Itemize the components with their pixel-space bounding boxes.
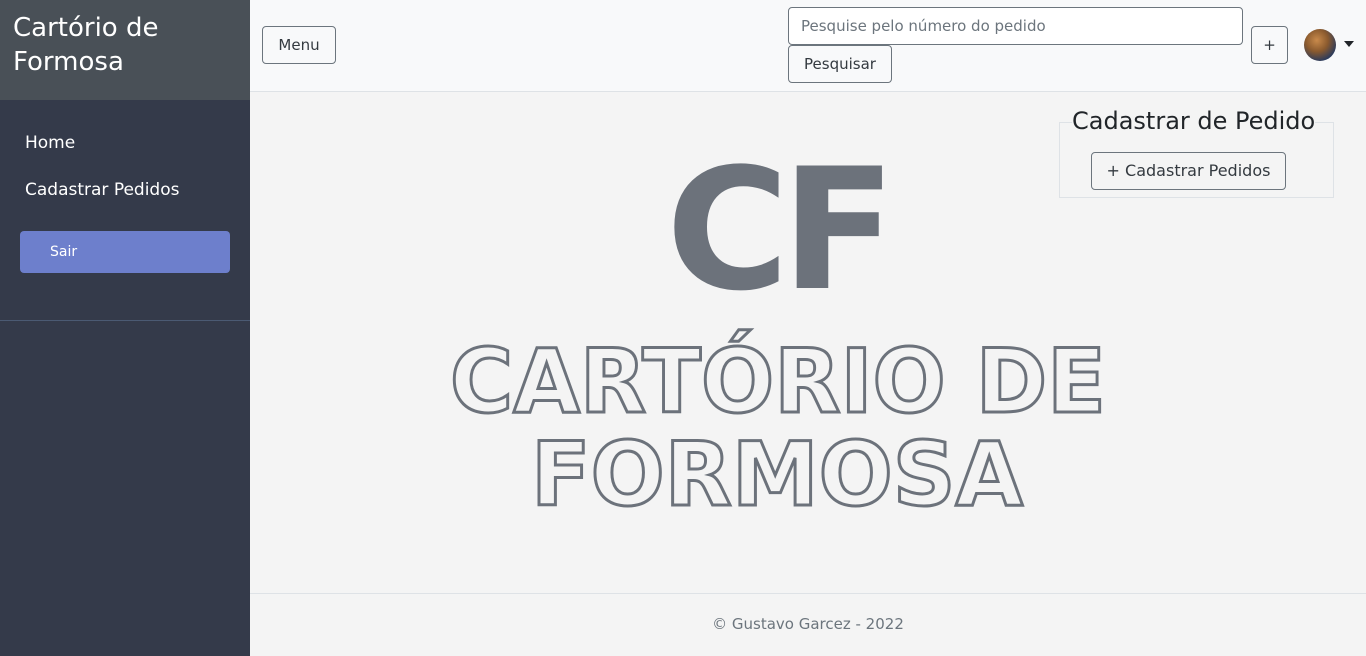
search-input[interactable]: Pesquise pelo número do pedido (788, 7, 1243, 45)
sidebar: Cartório de Formosa Home Cadastrar Pedid… (0, 0, 250, 656)
register-title: Cadastrar de Pedido (1072, 106, 1316, 136)
sidebar-nav: Home Cadastrar Pedidos Sair (0, 100, 250, 273)
logo-line-2: FORMOSA (531, 423, 1023, 526)
brand-header: Cartório de Formosa (0, 0, 250, 100)
top-navbar: Menu Pesquise pelo número do pedido Pesq… (250, 0, 1366, 92)
logo-line-1: CARTÓRIO DE (450, 330, 1106, 433)
search-button[interactable]: Pesquisar (788, 45, 892, 83)
menu-toggle-button[interactable]: Menu (262, 26, 336, 64)
sidebar-item-home[interactable]: Home (0, 128, 250, 175)
brand-title: Cartório de Formosa (13, 13, 159, 77)
logout-button[interactable]: Sair (20, 231, 230, 273)
add-button[interactable]: + (1251, 26, 1288, 64)
sidebar-item-cadastrar-pedidos[interactable]: Cadastrar Pedidos (0, 175, 250, 222)
register-orders-button[interactable]: + Cadastrar Pedidos (1091, 152, 1286, 190)
sidebar-divider (0, 320, 250, 321)
user-avatar[interactable] (1304, 29, 1336, 61)
chevron-down-icon[interactable] (1344, 41, 1354, 47)
logo-letters: CF (666, 132, 888, 328)
main-content: CF CARTÓRIO DE FORMOSA Cadastrar de Pedi… (250, 92, 1366, 593)
footer: © Gustavo Garcez - 2022 (250, 593, 1366, 656)
footer-copyright: © Gustavo Garcez - 2022 (712, 615, 904, 633)
